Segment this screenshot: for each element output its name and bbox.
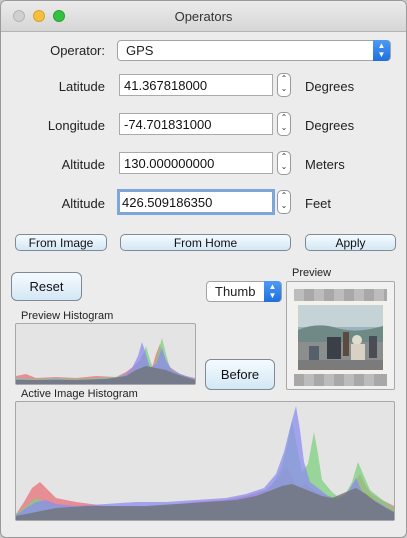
latitude-unit: Degrees (305, 79, 355, 94)
preview-thumbnail (294, 289, 387, 386)
active-histogram-label: Active Image Histogram (21, 388, 138, 400)
select-chevron-icon: ▲ ▼ (264, 281, 281, 302)
title-bar: Operators (1, 1, 406, 32)
preview-mode-value: Thumb (215, 284, 256, 299)
before-button[interactable]: Before (205, 359, 275, 390)
latitude-label: Latitude (58, 79, 105, 94)
apply-button[interactable]: Apply (305, 234, 396, 251)
altitude-feet-field[interactable] (117, 189, 275, 215)
latitude-stepper[interactable]: ⌃ ⌄ (277, 73, 291, 97)
reset-button[interactable]: Reset (11, 272, 82, 301)
preview-panel (286, 281, 395, 390)
operator-select[interactable]: GPS ▲ ▼ (117, 40, 391, 61)
operator-label: Operator: (50, 43, 105, 58)
altitude-feet-stepper[interactable]: ⌃ ⌄ (277, 190, 291, 214)
longitude-label: Longitude (47, 118, 105, 133)
active-image-histogram (15, 401, 395, 521)
from-home-button[interactable]: From Home (120, 234, 291, 251)
longitude-unit: Degrees (305, 118, 355, 133)
from-image-button[interactable]: From Image (15, 234, 107, 251)
longitude-field[interactable] (119, 113, 273, 135)
preview-histogram-plot (16, 338, 195, 384)
preview-mode-select[interactable]: Thumb ▲ ▼ (206, 281, 282, 302)
altitude-feet-unit: Feet (305, 196, 332, 211)
active-histogram-plot (16, 406, 394, 520)
operators-window: Operators Operator: GPS ▲▼ Latitude ⌃⌄ D… (0, 0, 407, 538)
latitude-field[interactable] (119, 74, 273, 96)
preview-label: Preview (292, 267, 332, 279)
altitude-meters-stepper[interactable]: ⌃ ⌄ (277, 151, 291, 175)
altitude-meters-unit: Meters (305, 157, 345, 172)
operator-select-value: GPS (126, 43, 154, 58)
altitude-meters-field[interactable] (119, 152, 273, 174)
preview-histogram-label: Preview Histogram (21, 310, 114, 322)
altitude-meters-label: Altitude (61, 157, 105, 172)
altitude-feet-label: Altitude (61, 196, 105, 211)
select-chevron-icon: ▲ ▼ (373, 40, 390, 61)
preview-histogram (15, 323, 196, 385)
longitude-stepper[interactable]: ⌃ ⌄ (277, 112, 291, 136)
window-title: Operators (174, 9, 233, 24)
